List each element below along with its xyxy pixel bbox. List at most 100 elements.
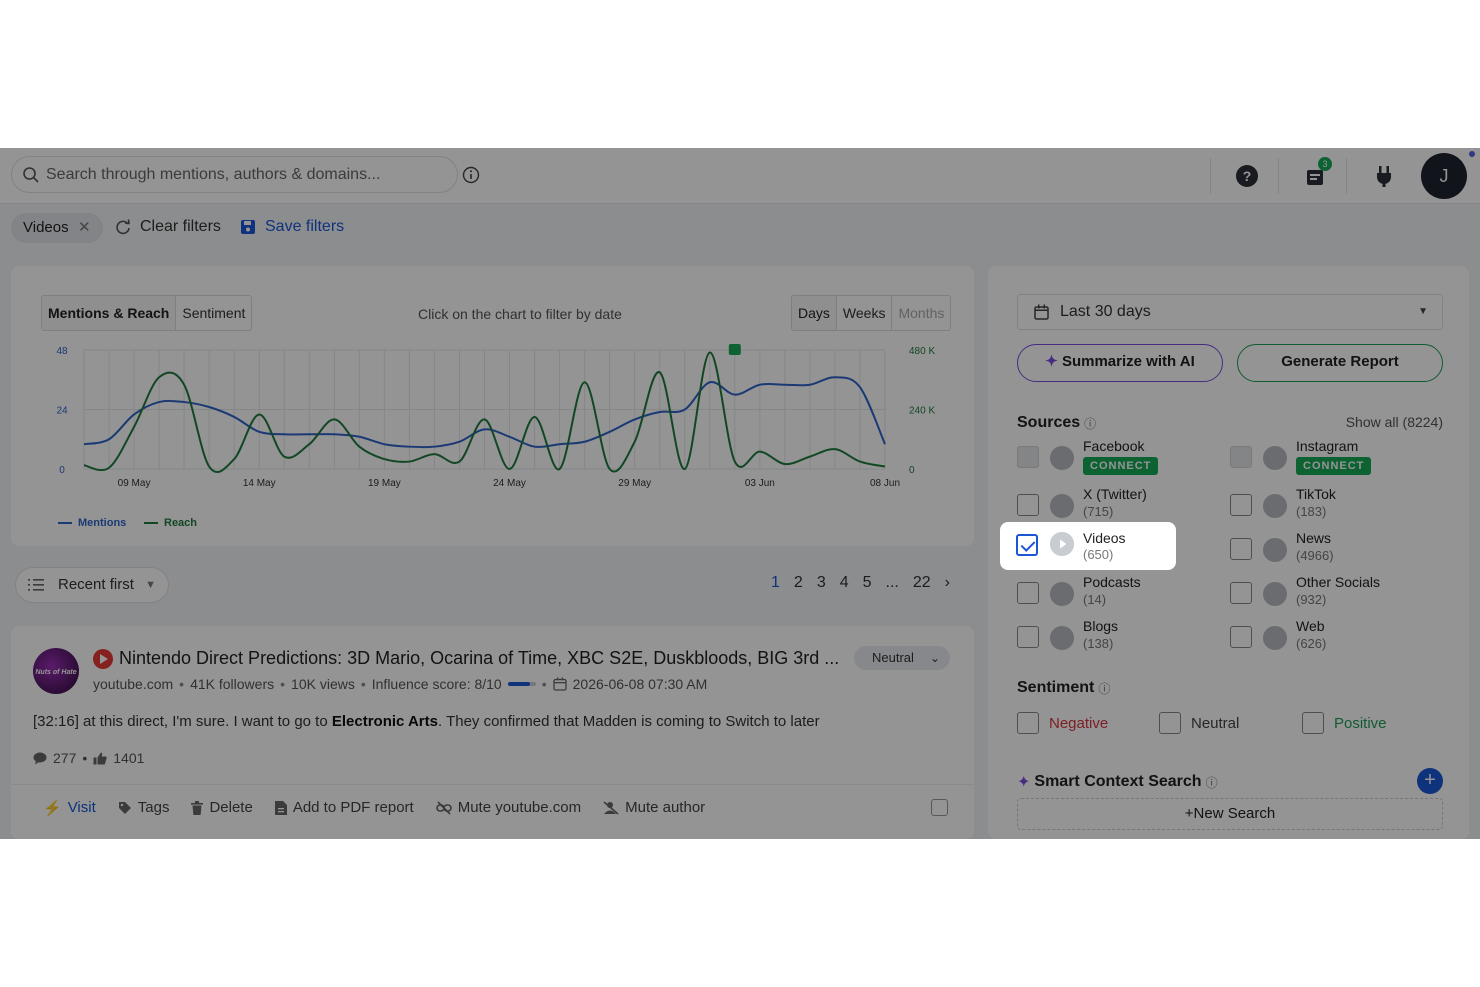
source-checkbox[interactable] — [1230, 582, 1252, 604]
source-checkbox[interactable] — [1230, 538, 1252, 560]
connect-button[interactable]: CONNECT — [1083, 457, 1159, 475]
mention-text-part: . They confirmed that Madden is coming t… — [438, 713, 820, 730]
source-facebook[interactable]: Facebook CONNECT — [1017, 438, 1217, 482]
source-domain[interactable]: youtube.com — [93, 676, 173, 692]
connect-button[interactable]: CONNECT — [1296, 457, 1372, 475]
source-name: X (Twitter) — [1083, 486, 1147, 502]
info-icon[interactable]: ⓘ — [1084, 415, 1096, 432]
sentiment-dropdown[interactable]: Neutral ⌄ — [854, 646, 950, 670]
source-other-socials[interactable]: Other Socials (932) — [1230, 574, 1430, 618]
legend-reach[interactable]: Reach — [144, 517, 197, 529]
source-news[interactable]: News (4966) — [1230, 530, 1430, 574]
author-avatar[interactable]: Nuts of Hate — [33, 648, 79, 694]
page-1[interactable]: 1 — [771, 574, 780, 592]
source-videos[interactable]: Videos (650) — [1000, 522, 1176, 570]
source-name: Podcasts — [1083, 574, 1141, 590]
avatar[interactable]: J — [1421, 153, 1467, 199]
tab-days[interactable]: Days — [792, 296, 837, 330]
sort-label: Recent first — [58, 576, 134, 593]
chevron-right-icon[interactable]: › — [945, 574, 950, 592]
delete-button[interactable]: Delete — [191, 799, 253, 816]
mute-domain-label: Mute youtube.com — [457, 799, 582, 816]
mention-title-text: Nintendo Direct Predictions: 3D Mario, O… — [119, 648, 840, 668]
source-checkbox[interactable] — [1230, 494, 1252, 516]
close-icon[interactable]: ✕ — [78, 213, 91, 243]
sentiment-neutral[interactable]: Neutral — [1159, 712, 1239, 734]
sentiment-checkbox[interactable] — [1302, 712, 1324, 734]
sentiment-negative[interactable]: Negative — [1017, 712, 1108, 734]
source-checkbox[interactable] — [1017, 582, 1039, 604]
mention-title[interactable]: Nintendo Direct Predictions: 3D Mario, O… — [93, 648, 853, 669]
tab-months: Months — [898, 305, 945, 321]
info-icon[interactable] — [462, 166, 480, 184]
source-count: (650) — [1083, 547, 1114, 562]
page-3[interactable]: 3 — [817, 574, 826, 592]
like-count: 1401 — [113, 750, 145, 766]
sentiment-positive[interactable]: Positive — [1302, 712, 1387, 734]
sparkle-icon: ✦ — [1045, 353, 1058, 370]
summarize-with-ai-button[interactable]: ✦ Summarize with AI — [1017, 344, 1223, 382]
filter-chip-videos[interactable]: Videos ✕ — [11, 213, 103, 243]
source-name: Videos — [1083, 530, 1126, 546]
new-search-button[interactable]: +New Search — [1017, 798, 1443, 830]
visit-button[interactable]: ⚡ Visit — [43, 799, 96, 817]
source-count: (715) — [1083, 504, 1114, 519]
source-checkbox[interactable] — [1017, 626, 1039, 648]
tab-sentiment[interactable]: Sentiment — [176, 296, 251, 330]
sentiment-label: Negative — [1049, 714, 1109, 732]
info-icon[interactable]: ⓘ — [1206, 774, 1218, 791]
legend-mentions[interactable]: Mentions — [58, 517, 126, 529]
mute-domain-button[interactable]: Mute youtube.com — [435, 799, 582, 816]
source-checkbox[interactable] — [1230, 626, 1252, 648]
sort-dropdown[interactable]: Recent first ▼ — [15, 567, 169, 603]
calendar-icon — [1034, 304, 1049, 320]
source-instagram[interactable]: Instagram CONNECT — [1230, 438, 1430, 482]
source-count: (932) — [1296, 592, 1327, 607]
add-to-pdf-button[interactable]: Add to PDF report — [274, 799, 414, 816]
like-icon — [93, 752, 107, 764]
show-all-link[interactable]: Show all (8224) — [1346, 414, 1443, 430]
plug-icon[interactable] — [1370, 162, 1398, 190]
add-search-button[interactable]: + — [1417, 768, 1443, 794]
source-checkbox-checked[interactable] — [1016, 534, 1038, 556]
page-4[interactable]: 4 — [840, 574, 849, 592]
mute-author-button[interactable]: Mute author — [603, 799, 705, 816]
x-tick-label: 19 May — [368, 478, 401, 489]
generate-report-button[interactable]: Generate Report — [1237, 344, 1443, 382]
search-input[interactable] — [46, 163, 446, 187]
page-2[interactable]: 2 — [794, 574, 803, 592]
source-checkbox[interactable] — [1017, 494, 1039, 516]
info-icon[interactable]: ⓘ — [1098, 680, 1110, 697]
podcast-icon — [1050, 582, 1074, 606]
help-icon[interactable]: ? — [1233, 162, 1261, 190]
y-right-tick-label: 480 K — [909, 346, 935, 357]
source-count: (183) — [1296, 504, 1327, 519]
source-podcasts[interactable]: Podcasts (14) — [1017, 574, 1217, 618]
page-5[interactable]: 5 — [863, 574, 872, 592]
source-tiktok[interactable]: TikTok (183) — [1230, 486, 1430, 530]
source-name: Web — [1296, 618, 1325, 634]
divider — [1278, 158, 1279, 194]
tab-mentions-reach[interactable]: Mentions & Reach — [42, 296, 177, 330]
sentiment-label: Neutral — [872, 650, 914, 665]
summarize-label: Summarize with AI — [1061, 353, 1195, 370]
x-tick-label: 14 May — [243, 478, 276, 489]
select-mention-checkbox[interactable] — [931, 799, 948, 816]
date-range-select[interactable]: Last 30 days ▼ — [1017, 294, 1443, 330]
search-box[interactable] — [11, 156, 458, 193]
clear-filters-button[interactable]: Clear filters — [114, 218, 221, 236]
sentiment-checkbox[interactable] — [1159, 712, 1181, 734]
source-web[interactable]: Web (626) — [1230, 618, 1430, 662]
sentiment-heading: Sentiment ⓘ — [1017, 679, 1110, 697]
generate-report-label: Generate Report — [1281, 353, 1399, 370]
page-22[interactable]: 22 — [913, 574, 931, 592]
sentiment-checkbox[interactable] — [1017, 712, 1039, 734]
mentions-reach-chart[interactable]: 0 24 48 0 240 K 480 K 09 May 14 May 19 May 24 May… — [11, 342, 974, 502]
save-filters-button[interactable]: Save filters — [239, 218, 344, 236]
tags-button[interactable]: Tags — [118, 799, 169, 816]
search-icon — [23, 167, 39, 183]
separator: • — [179, 676, 185, 692]
tab-weeks[interactable]: Weeks — [837, 296, 893, 330]
source-count: (4966) — [1296, 548, 1334, 563]
source-blogs[interactable]: Blogs (138) — [1017, 618, 1217, 662]
